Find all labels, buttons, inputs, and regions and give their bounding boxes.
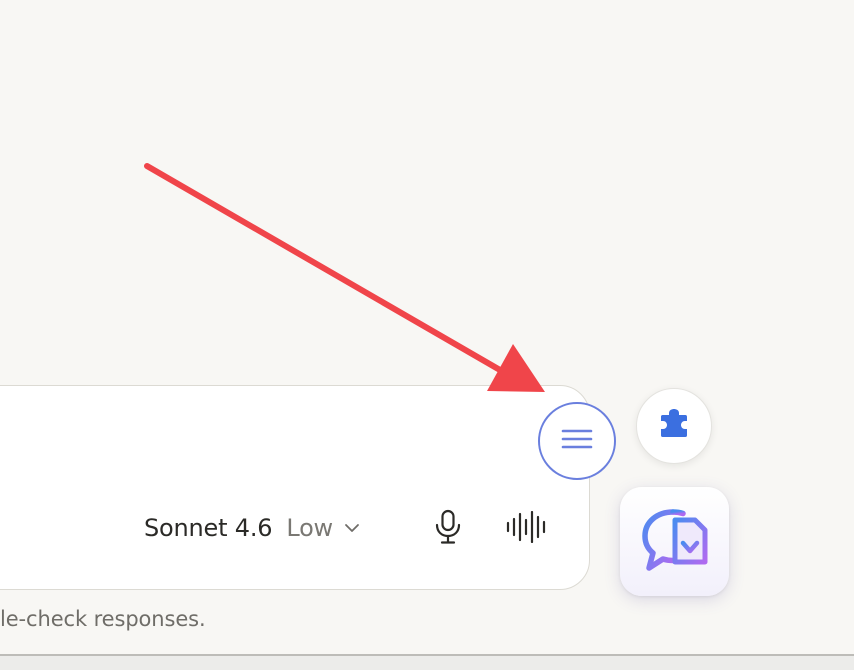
disclaimer-text: le-check responses. bbox=[0, 607, 206, 631]
chat-composer[interactable] bbox=[0, 385, 590, 590]
model-name: Sonnet 4.6 bbox=[144, 514, 273, 542]
microphone-icon bbox=[434, 509, 462, 549]
page: Sonnet 4.6 Low le-check responses. bbox=[0, 0, 854, 670]
menu-button[interactable] bbox=[538, 402, 616, 480]
hamburger-menu-icon bbox=[560, 427, 594, 455]
puzzle-piece-icon bbox=[657, 407, 691, 445]
app-launcher-button[interactable] bbox=[620, 487, 729, 596]
microphone-button[interactable] bbox=[430, 508, 466, 550]
extension-button[interactable] bbox=[636, 388, 712, 464]
bottom-strip bbox=[0, 656, 854, 670]
model-selector[interactable]: Sonnet 4.6 Low bbox=[144, 510, 361, 546]
chat-download-icon bbox=[633, 498, 717, 586]
voice-mode-button[interactable] bbox=[504, 510, 552, 548]
model-effort: Low bbox=[286, 514, 333, 542]
chevron-down-icon bbox=[343, 519, 361, 537]
sound-wave-icon bbox=[505, 510, 551, 547]
